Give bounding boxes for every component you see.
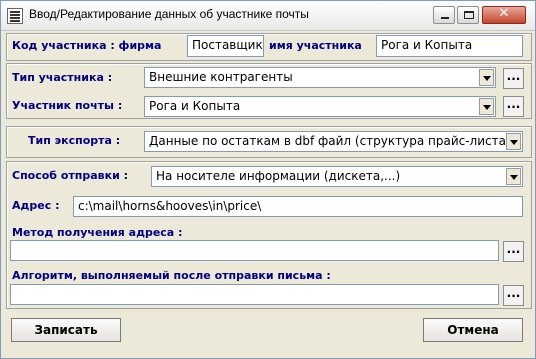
close-button[interactable]: ✕ — [482, 6, 526, 24]
document-list-icon — [7, 8, 23, 24]
delivery-method-select[interactable]: На носителе информации (дискета,...) — [151, 166, 523, 187]
address-method-input[interactable] — [10, 240, 499, 261]
minimize-icon — [441, 17, 449, 19]
mail-participant-browse-button[interactable]: ... — [503, 96, 524, 117]
chevron-down-icon[interactable] — [506, 168, 521, 185]
export-type-select[interactable]: Данные по остаткам в dbf файл (структура… — [144, 131, 523, 152]
cancel-button[interactable]: Отмена — [423, 318, 523, 342]
save-button[interactable]: Записать — [11, 318, 121, 342]
mail-participant-value: Рога и Копыта — [149, 99, 241, 113]
mail-participant-label: Участник почты : — [12, 99, 123, 112]
export-type-value: Данные по остаткам в dbf файл (структура… — [149, 134, 511, 148]
firm-field[interactable]: Поставщик — [187, 35, 264, 57]
chevron-down-icon[interactable] — [506, 133, 521, 150]
mail-participant-select[interactable]: Рога и Копыта — [144, 96, 496, 117]
maximize-icon — [464, 11, 474, 19]
maximize-button[interactable] — [457, 6, 479, 24]
participant-name-label: имя участника — [269, 39, 362, 52]
minimize-button[interactable] — [433, 6, 455, 24]
after-send-input[interactable] — [10, 284, 499, 305]
participant-code-label: Код участника : фирма — [12, 39, 162, 52]
participant-name-field[interactable]: Рога и Копыта — [376, 35, 523, 57]
delivery-method-value: На носителе информации (дискета,...) — [156, 169, 401, 183]
title-bar[interactable]: Ввод/Редактирование данных об участнике … — [1, 1, 535, 31]
chevron-down-icon[interactable] — [479, 98, 494, 115]
address-label: Адрес : — [12, 199, 60, 212]
address-method-label: Метод получения адреса : — [12, 226, 183, 239]
participant-type-select[interactable]: Внешние контрагенты — [144, 67, 496, 88]
delivery-method-label: Способ отправки : — [12, 169, 129, 182]
address-method-browse-button[interactable]: ... — [503, 241, 524, 262]
after-send-browse-button[interactable]: ... — [503, 285, 524, 306]
after-send-label: Алгоритм, выполняемый после отправки пис… — [12, 269, 331, 282]
close-icon: ✕ — [498, 6, 510, 21]
chevron-down-icon[interactable] — [479, 69, 494, 86]
dialog-window: Ввод/Редактирование данных об участнике … — [0, 0, 536, 359]
participant-type-value: Внешние контрагенты — [149, 70, 293, 84]
participant-type-browse-button[interactable]: ... — [503, 68, 524, 89]
address-input[interactable]: c:\mail\horns&hooves\in\price\ — [73, 196, 523, 217]
participant-type-label: Тип участника : — [12, 71, 113, 84]
window-title: Ввод/Редактирование данных об участнике … — [29, 7, 309, 21]
export-type-label: Тип экспорта : — [28, 134, 121, 147]
